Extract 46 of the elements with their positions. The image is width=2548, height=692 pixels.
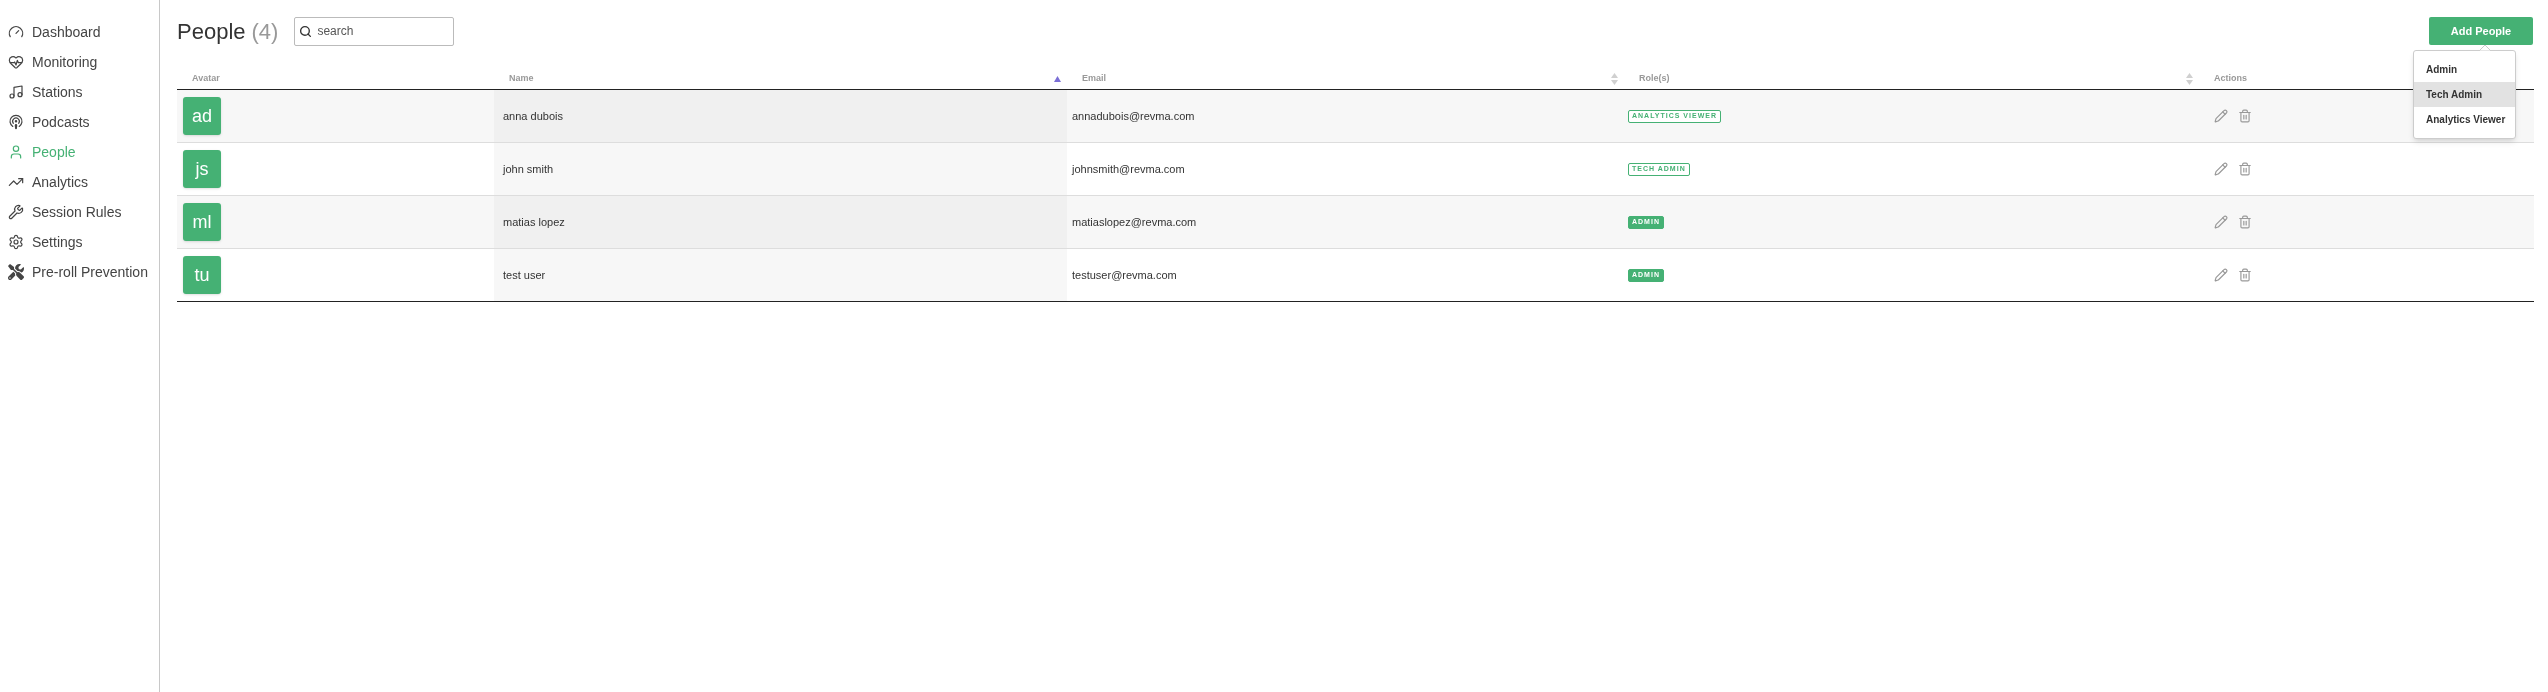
sort-icon[interactable]	[2186, 72, 2193, 85]
sidebar-item[interactable]: Settings	[8, 232, 159, 252]
search-field[interactable]: search	[294, 16, 455, 46]
name-cell-text: test user	[503, 267, 546, 283]
sort-ascending-icon[interactable]	[1054, 75, 1061, 82]
sidebar-item[interactable]: Session Rules	[8, 202, 159, 222]
sidebar-item[interactable]: Analytics	[8, 172, 159, 192]
wrench-icon	[8, 204, 24, 220]
search-icon	[299, 24, 313, 38]
email-cell-text: johnsmith@revma.com	[1072, 161, 1185, 177]
podcast-icon	[8, 114, 24, 130]
email-cell-text: matiaslopez@revma.com	[1072, 214, 1197, 230]
edit-icon[interactable]	[2214, 268, 2228, 282]
menu-item[interactable]: Analytics Viewer	[2414, 107, 2515, 132]
name-cell-text: anna dubois	[503, 108, 563, 124]
delete-icon[interactable]	[2238, 109, 2252, 123]
avatar: tu	[183, 256, 221, 294]
avatar: ad	[183, 97, 221, 135]
tools-icon	[8, 264, 24, 280]
music-note-icon	[8, 84, 24, 100]
heart-pulse-icon	[8, 54, 24, 70]
avatar: js	[183, 150, 221, 188]
sidebar-item[interactable]: Dashboard	[8, 22, 159, 42]
people-count: (4)	[251, 17, 279, 46]
delete-icon[interactable]	[2238, 215, 2252, 229]
edit-icon[interactable]	[2214, 109, 2228, 123]
menu-item[interactable]: Tech Admin	[2414, 82, 2515, 107]
email-cell-text: annadubois@revma.com	[1072, 108, 1195, 124]
person-icon	[8, 144, 24, 160]
sidebar-item[interactable]: Stations	[8, 82, 159, 102]
menu-item[interactable]: Admin	[2414, 57, 2515, 82]
email-cell-text: testuser@revma.com	[1072, 267, 1177, 283]
delete-icon[interactable]	[2238, 162, 2252, 176]
sort-icon[interactable]	[1611, 72, 1618, 85]
name-cell-text: matias lopez	[503, 214, 565, 230]
avatar: ml	[183, 203, 221, 241]
delete-icon[interactable]	[2238, 268, 2252, 282]
page-title: People	[177, 17, 246, 46]
sidebar-item[interactable]: Monitoring	[8, 52, 159, 72]
edit-icon[interactable]	[2214, 162, 2228, 176]
sidebar-item[interactable]: Podcasts	[8, 112, 159, 132]
settings-icon	[8, 234, 24, 250]
gauge-icon	[8, 24, 24, 40]
sidebar-item[interactable]: Pre-roll Prevention	[8, 262, 159, 282]
edit-icon[interactable]	[2214, 215, 2228, 229]
name-cell-text: john smith	[503, 161, 554, 177]
